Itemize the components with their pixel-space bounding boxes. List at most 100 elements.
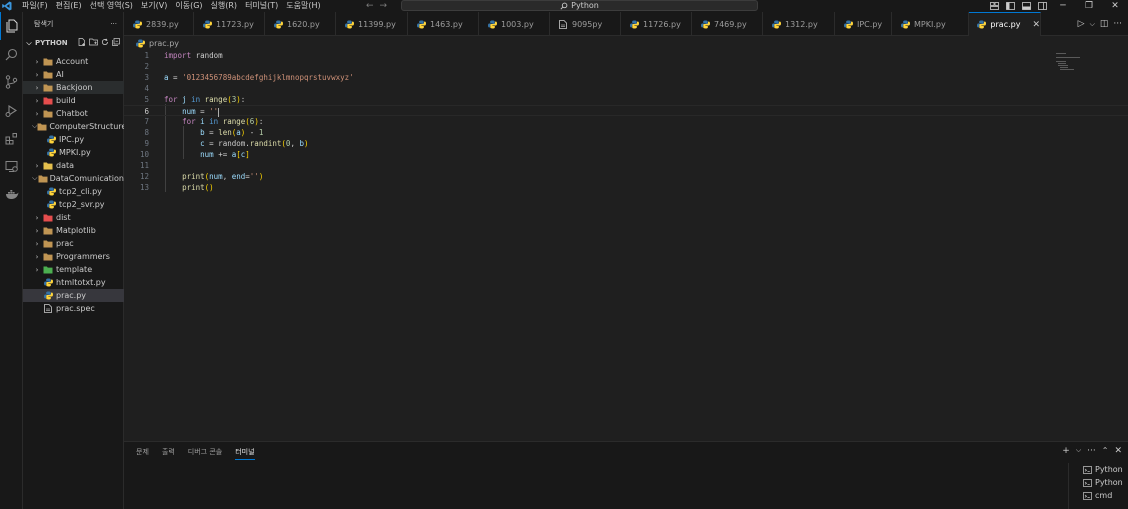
tree-file[interactable]: prac.spec bbox=[23, 302, 124, 315]
source-control-icon[interactable] bbox=[0, 68, 23, 96]
menu-item[interactable]: 이동(G) bbox=[171, 0, 206, 12]
close-icon[interactable]: ✕ bbox=[1032, 20, 1040, 30]
tree-folder[interactable]: › data bbox=[23, 159, 124, 172]
editor-tab[interactable]: 1620.py bbox=[265, 12, 336, 36]
tree-folder[interactable]: › template bbox=[23, 263, 124, 276]
chevron-down-icon[interactable]: ⌵ bbox=[1076, 446, 1081, 456]
forward-arrow-icon[interactable]: → bbox=[380, 1, 388, 11]
explorer-icon[interactable] bbox=[0, 12, 23, 40]
remote-explorer-icon[interactable] bbox=[0, 152, 23, 180]
minimap[interactable] bbox=[1056, 53, 1086, 73]
run-debug-icon[interactable] bbox=[0, 96, 23, 124]
tree-file[interactable]: MPKI.py bbox=[23, 146, 124, 159]
editor-tab[interactable]: 2839.py bbox=[124, 12, 194, 36]
maximize-panel-icon[interactable]: ⌃ bbox=[1102, 446, 1109, 456]
more-actions-icon[interactable]: ··· bbox=[110, 20, 117, 28]
panel-tab[interactable]: 디버그 콘솔 bbox=[188, 447, 222, 460]
panel-tab[interactable]: 출력 bbox=[162, 447, 175, 460]
panel-tab[interactable]: 문제 bbox=[136, 447, 149, 460]
refresh-icon[interactable] bbox=[101, 38, 109, 46]
tree-file[interactable]: prac.py bbox=[23, 289, 124, 302]
new-file-icon[interactable] bbox=[78, 38, 86, 46]
nav-arrows: ← → bbox=[366, 0, 387, 12]
minimize-button[interactable]: ─ bbox=[1050, 0, 1076, 12]
editor-tab[interactable]: IPC.py bbox=[835, 12, 892, 36]
code-line: 4 bbox=[124, 83, 1128, 94]
tree-folder[interactable]: ⌵ ComputerStructure bbox=[23, 120, 126, 133]
search-icon[interactable] bbox=[0, 40, 23, 68]
split-editor-icon[interactable]: ◫ bbox=[1100, 19, 1109, 29]
run-python-icon[interactable]: ▷ bbox=[1078, 19, 1085, 29]
close-panel-icon[interactable]: ✕ bbox=[1114, 446, 1122, 456]
chevron-down-icon[interactable]: ⌵ bbox=[1090, 20, 1095, 29]
chevron-down-icon: ⌵ bbox=[26, 38, 32, 47]
tree-folder[interactable]: › build bbox=[23, 94, 124, 107]
tree-folder[interactable]: › Chatbot bbox=[23, 107, 124, 120]
restore-button[interactable]: ❐ bbox=[1076, 0, 1102, 12]
editor-tab[interactable]: 9095py bbox=[550, 12, 621, 36]
command-center[interactable]: Python bbox=[401, 0, 758, 11]
editor-tab[interactable]: MPKI.py bbox=[892, 12, 969, 36]
terminal-label: cmd bbox=[1095, 491, 1113, 500]
menu-item[interactable]: 터미널(T) bbox=[241, 0, 282, 12]
tree-folder[interactable]: › AI bbox=[23, 68, 124, 81]
tree-folder[interactable]: › Account bbox=[23, 55, 124, 68]
tree-folder[interactable]: › Programmers bbox=[23, 250, 124, 263]
new-terminal-icon[interactable]: + bbox=[1062, 446, 1070, 456]
chevron-right-icon: › bbox=[35, 109, 39, 118]
more-actions-icon[interactable]: ··· bbox=[1113, 19, 1122, 29]
toggle-panel-icon[interactable] bbox=[1018, 0, 1034, 12]
chevron-right-icon: › bbox=[35, 83, 39, 92]
back-arrow-icon[interactable]: ← bbox=[366, 1, 374, 11]
python-file-icon bbox=[628, 20, 640, 29]
tab-label: 7469.py bbox=[714, 19, 747, 29]
editor-tab[interactable]: 11723.py bbox=[194, 12, 265, 36]
folder-icon bbox=[42, 58, 54, 66]
menu-item[interactable]: 보기(V) bbox=[137, 0, 171, 12]
customize-layout-icon[interactable] bbox=[986, 0, 1002, 12]
breadcrumb[interactable]: prac.py bbox=[124, 37, 179, 49]
terminal-item[interactable]: Python bbox=[1081, 463, 1128, 476]
tab-label: 1003.py bbox=[501, 19, 534, 29]
tree-file[interactable]: tcp2_svr.py bbox=[23, 198, 124, 211]
editor-tab[interactable]: 7469.py bbox=[692, 12, 763, 36]
workspace-header[interactable]: ⌵ PYTHON bbox=[23, 38, 124, 48]
menu-item[interactable]: 편집(E) bbox=[52, 0, 86, 12]
tree-file[interactable]: htmltotxt.py bbox=[23, 276, 124, 289]
folder-icon bbox=[42, 84, 54, 92]
toggle-secondary-sidebar-icon[interactable] bbox=[1034, 0, 1050, 12]
editor-tab[interactable]: 11726.py bbox=[621, 12, 692, 36]
editor-tab[interactable]: 1312.py bbox=[763, 12, 835, 36]
collapse-all-icon[interactable] bbox=[112, 38, 120, 46]
chevron-right-icon: › bbox=[35, 57, 39, 66]
menu-item[interactable]: 실행(R) bbox=[207, 0, 242, 12]
editor-tab[interactable]: prac.py ✕ bbox=[969, 12, 1041, 36]
tree-folder[interactable]: › Matplotlib bbox=[23, 224, 124, 237]
editor-tab[interactable]: 11399.py bbox=[336, 12, 408, 36]
terminal-item[interactable]: cmd bbox=[1081, 489, 1128, 502]
menu-item[interactable]: 도움말(H) bbox=[282, 0, 324, 12]
tree-folder[interactable]: › dist bbox=[23, 211, 124, 224]
more-actions-icon[interactable]: ··· bbox=[1087, 446, 1096, 456]
menu-item[interactable]: 선택 영역(S) bbox=[86, 0, 137, 12]
tree-file[interactable]: IPC.py bbox=[23, 133, 124, 146]
editor-tab[interactable]: 1003.py bbox=[479, 12, 550, 36]
extensions-icon[interactable] bbox=[0, 124, 23, 152]
tree-file[interactable]: tcp2_cli.py bbox=[23, 185, 124, 198]
panel-tab[interactable]: 터미널 bbox=[235, 447, 255, 460]
line-number: 4 bbox=[144, 84, 149, 93]
menu-item[interactable]: 파일(F) bbox=[18, 0, 52, 12]
code-line: 8 b = len(a) - 1 bbox=[124, 127, 1128, 138]
tree-folder[interactable]: › prac bbox=[23, 237, 124, 250]
docker-icon[interactable] bbox=[0, 180, 23, 208]
editor-tab[interactable]: 1463.py bbox=[408, 12, 479, 36]
toggle-primary-sidebar-icon[interactable] bbox=[1002, 0, 1018, 12]
tree-folder[interactable]: › Backjoon bbox=[23, 81, 124, 94]
code-editor[interactable]: 1 import random 2 3 a = '0123456789abcde… bbox=[124, 49, 1128, 441]
title-bar: 파일(F) 편집(E) 선택 영역(S) 보기(V) 이동(G) 실행(R) 터미널(T) 도… bbox=[0, 0, 1128, 12]
terminal-item[interactable]: Python bbox=[1081, 476, 1128, 489]
tree-folder[interactable]: ⌵ DataComunication bbox=[23, 172, 124, 185]
close-window-button[interactable]: ✕ bbox=[1102, 0, 1128, 12]
python-file-icon bbox=[42, 278, 54, 287]
new-folder-icon[interactable] bbox=[89, 38, 98, 46]
